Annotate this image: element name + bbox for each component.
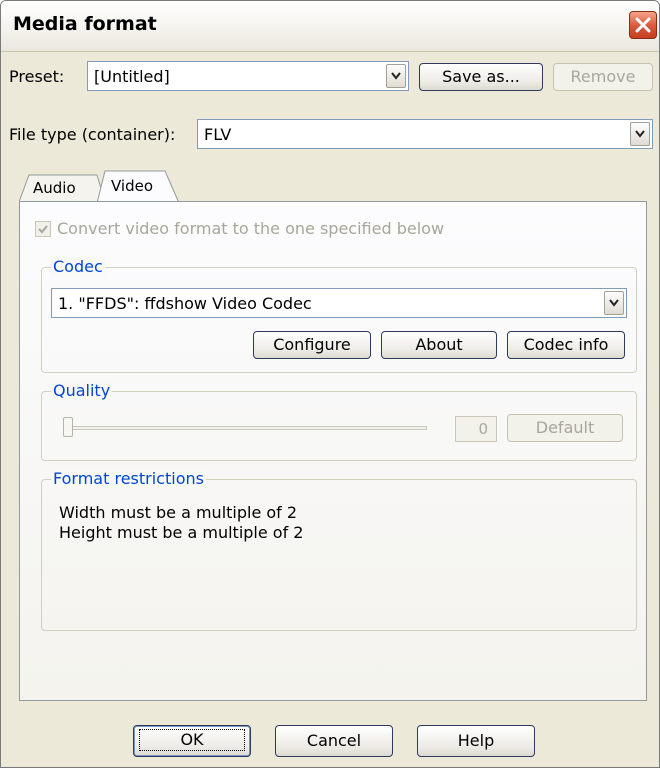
codec-select[interactable]: 1. "FFDS": ffdshow Video Codec [51, 288, 627, 318]
codec-dropdown-button[interactable] [604, 291, 624, 315]
convert-label: Convert video format to the one specifie… [57, 219, 445, 238]
file-type-value: FLV [204, 125, 232, 144]
chevron-down-icon [391, 72, 401, 80]
checkmark-icon [38, 225, 48, 234]
chevron-down-icon [609, 299, 619, 307]
codec-info-button[interactable]: Codec info [507, 331, 625, 359]
preset-select[interactable]: [Untitled] [87, 61, 409, 91]
remove-button[interactable]: Remove [553, 63, 653, 91]
quality-group-label: Quality [51, 381, 113, 400]
convert-checkbox[interactable] [35, 221, 51, 237]
file-type-select[interactable]: FLV [197, 119, 653, 149]
chevron-down-icon [635, 130, 645, 138]
codec-value: 1. "FFDS": ffdshow Video Codec [58, 294, 312, 313]
preset-dropdown-button[interactable] [386, 64, 406, 88]
title-bar: Media format [1, 1, 659, 52]
quality-slider-thumb[interactable] [63, 417, 73, 437]
preset-value: [Untitled] [94, 67, 170, 86]
tab-audio[interactable]: Audio [33, 179, 76, 197]
format-restrictions-label: Format restrictions [51, 469, 206, 488]
cancel-button[interactable]: Cancel [275, 725, 393, 757]
default-button[interactable]: Default [507, 414, 623, 442]
window-title: Media format [13, 13, 157, 35]
format-restrictions-group [41, 479, 637, 631]
about-button[interactable]: About [381, 331, 497, 359]
restriction-line: Width must be a multiple of 2 [59, 503, 298, 522]
close-icon [635, 17, 651, 33]
quality-value-field[interactable]: 0 [455, 416, 497, 442]
ok-button[interactable]: OK [133, 725, 251, 757]
media-format-dialog: Media format Preset: [Untitled] Save as.… [0, 0, 660, 768]
file-type-label: File type (container): [9, 125, 176, 144]
file-type-dropdown-button[interactable] [630, 122, 650, 146]
preset-label: Preset: [9, 67, 65, 86]
save-as-button[interactable]: Save as... [419, 63, 543, 91]
help-button[interactable]: Help [417, 725, 535, 757]
configure-button[interactable]: Configure [253, 331, 371, 359]
quality-slider-track[interactable] [65, 426, 427, 430]
close-button[interactable] [629, 11, 657, 39]
tab-video[interactable]: Video [111, 177, 153, 195]
codec-group-label: Codec [51, 257, 105, 276]
restriction-line: Height must be a multiple of 2 [59, 523, 304, 542]
